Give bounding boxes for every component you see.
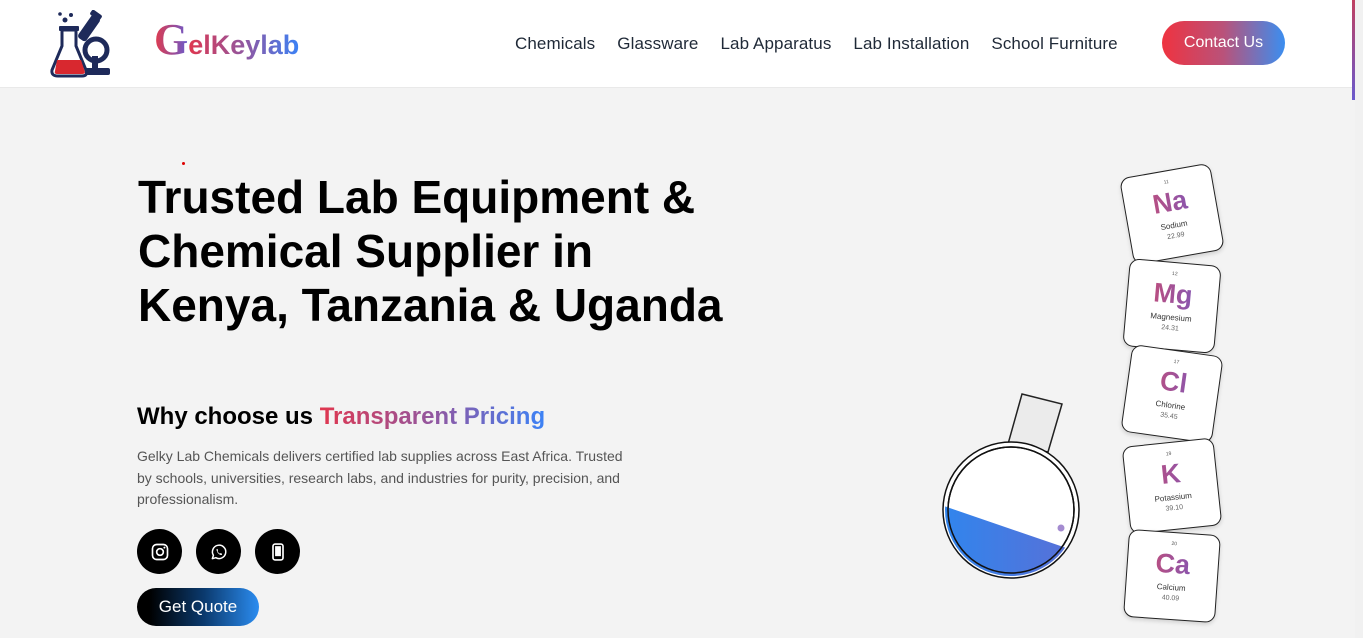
- vertical-scrollbar[interactable]: [1355, 0, 1363, 638]
- element-symbol: Mg: [1127, 275, 1219, 313]
- whatsapp-button[interactable]: [196, 529, 241, 574]
- element-tile-chlorine: 17 Cl Chlorine 35.45: [1120, 344, 1224, 444]
- why-highlight: Transparent Pricing: [319, 403, 546, 430]
- element-tile-magnesium: 12 Mg Magnesium 24.31: [1122, 258, 1222, 354]
- why-prefix: Why choose us: [137, 403, 314, 430]
- phone-button[interactable]: [255, 529, 300, 574]
- instagram-icon: [151, 543, 168, 560]
- main-nav: Chemicals Glassware Lab Apparatus Lab In…: [515, 33, 1118, 55]
- decorative-dot: [182, 162, 185, 165]
- nav-chemicals[interactable]: Chemicals: [515, 33, 595, 55]
- nav-lab-apparatus[interactable]: Lab Apparatus: [720, 33, 831, 55]
- round-flask-illustration: [938, 390, 1088, 590]
- nav-school-furniture[interactable]: School Furniture: [991, 33, 1117, 55]
- nav-glassware[interactable]: Glassware: [617, 33, 698, 55]
- whatsapp-icon: [211, 543, 226, 559]
- brand-name: elKeylab: [188, 23, 299, 67]
- site-header: G elKeylab Chemicals Glassware Lab Appar…: [0, 0, 1352, 88]
- element-tile-calcium: 20 Ca Calcium 40.09: [1123, 528, 1221, 624]
- phone-icon: [271, 542, 284, 561]
- get-quote-button[interactable]: Get Quote: [137, 588, 259, 626]
- element-tile-potassium: 19 K Potassium 39.10: [1121, 437, 1223, 535]
- why-choose-us-heading: Why choose us Transparent Pricing: [137, 402, 545, 432]
- instagram-button[interactable]: [137, 529, 182, 574]
- brand-initial: G: [154, 15, 189, 64]
- lab-logo-icon[interactable]: [48, 9, 114, 80]
- contact-us-button[interactable]: Contact Us: [1162, 21, 1285, 65]
- nav-lab-installation[interactable]: Lab Installation: [853, 33, 969, 55]
- brand-logo[interactable]: G elKeylab: [154, 18, 299, 68]
- social-links: [137, 529, 300, 574]
- hero-description: Gelky Lab Chemicals delivers certified l…: [137, 448, 623, 507]
- element-symbol: Ca: [1127, 546, 1219, 582]
- hero-title: Trusted Lab Equipment & Chemical Supplie…: [138, 171, 723, 331]
- element-tile-sodium: 11 Na Sodium 22.99: [1119, 162, 1225, 266]
